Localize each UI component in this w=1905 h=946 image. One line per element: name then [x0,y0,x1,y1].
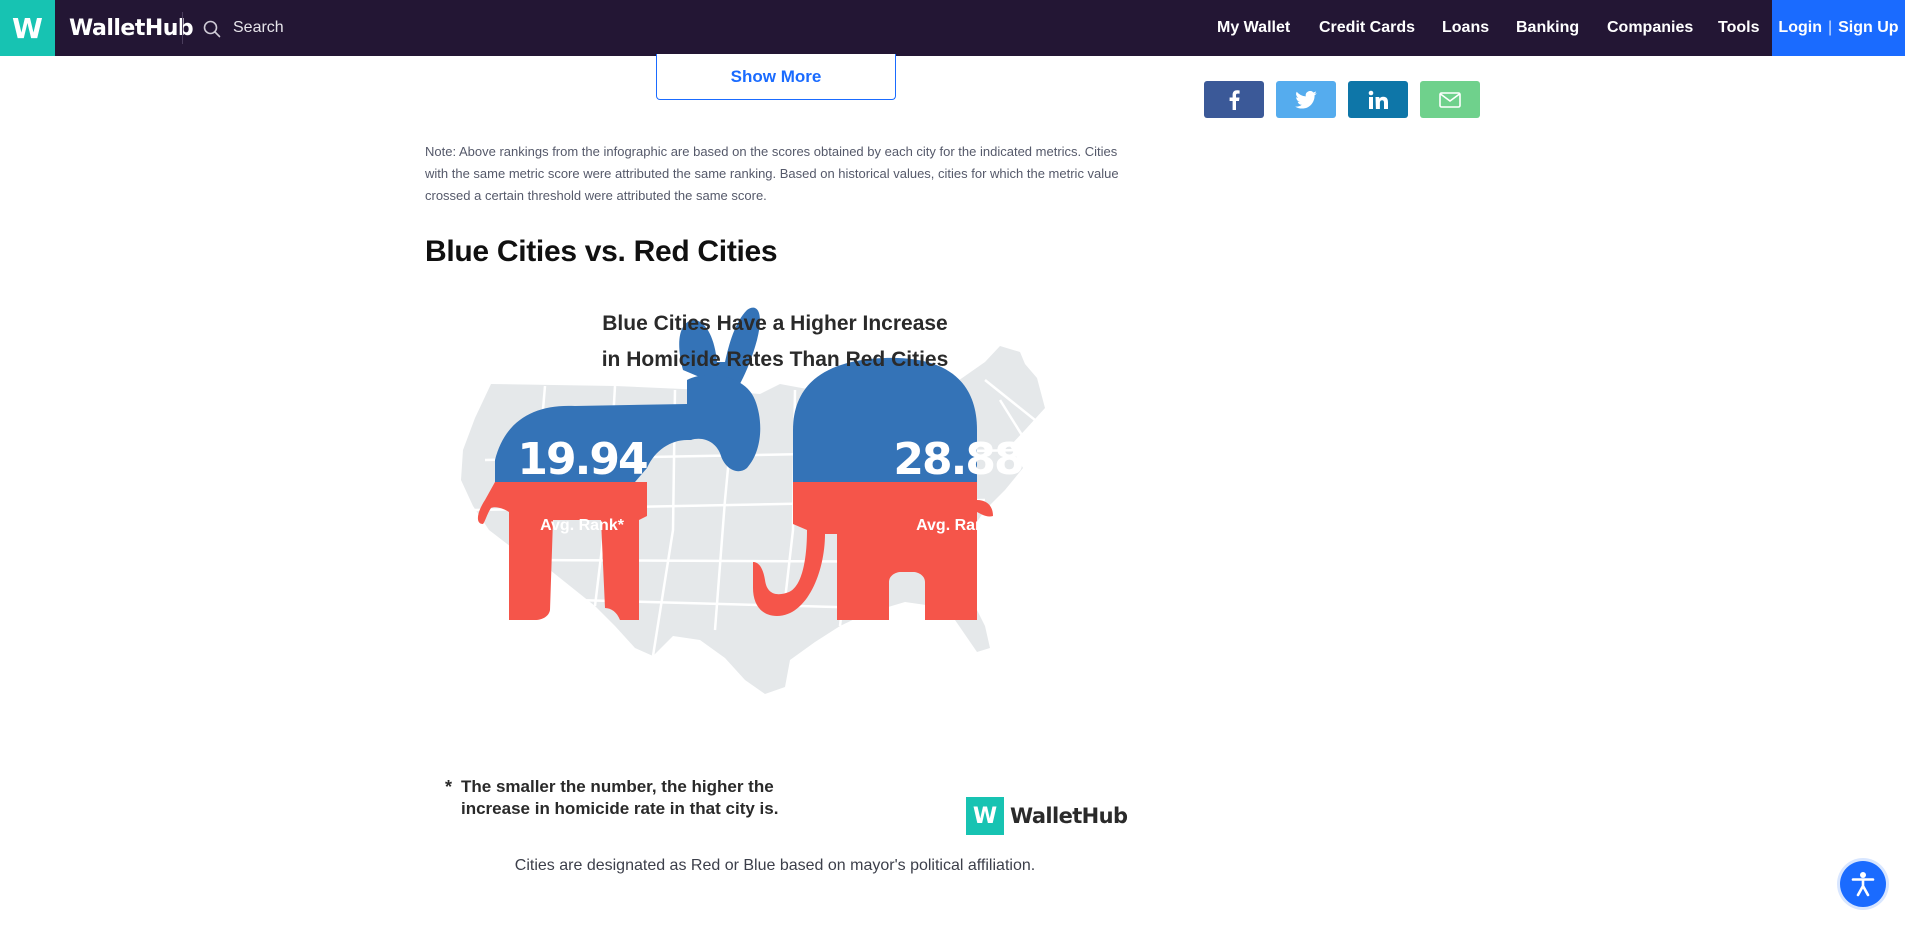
blue-vs-red-infographic: 19.94 Avg. Rank* 28.88 Avg. Rank* Blue C… [425,300,1128,840]
share-facebook-button[interactable] [1204,81,1264,118]
linkedin-icon [1368,90,1388,109]
nav-my-wallet[interactable]: My Wallet [1217,19,1290,37]
brand-name[interactable]: WalletHub [69,16,194,41]
email-icon [1439,91,1461,108]
nav-companies[interactable]: Companies [1607,19,1693,37]
facebook-icon [1229,89,1240,110]
nav-banking[interactable]: Banking [1516,19,1579,37]
blue-average-rank-label: Avg. Rank* [540,517,625,534]
show-more-button[interactable]: Show More [656,54,896,100]
accessibility-button[interactable] [1840,861,1886,907]
wallethub-logo-mark-icon: W [966,797,1004,835]
infographic-wallethub-logo: W WalletHub [966,797,1128,835]
wallethub-logo-icon[interactable]: W [0,0,55,56]
footnote-asterisk: * [445,777,453,797]
infographic-footnote: The smaller the number, the higher the i… [461,777,779,818]
blue-average-rank-value: 19.94 [517,434,647,485]
red-average-rank-label: Avg. Rank* [916,517,1001,534]
infographic-title-line2: in Homicide Rates Than Red Cities [601,348,949,371]
red-average-rank-value: 28.88 [893,434,1022,485]
nav-credit-cards[interactable]: Credit Cards [1319,19,1415,37]
top-navigation-bar: W WalletHub Search My Wallet Credit Card… [0,0,1905,56]
login-separator: | [1827,19,1833,36]
accessibility-icon [1851,872,1875,897]
login-signup-button[interactable]: Login | Sign Up [1772,0,1905,56]
signup-link[interactable]: Sign Up [1838,19,1898,37]
wallethub-logo-text: WalletHub [1010,804,1128,828]
twitter-icon [1295,90,1317,109]
share-email-button[interactable] [1420,81,1480,118]
share-twitter-button[interactable] [1276,81,1336,118]
nav-tools[interactable]: Tools [1718,19,1759,37]
infographic-caption: Cities are designated as Red or Blue bas… [514,857,1036,874]
nav-loans[interactable]: Loans [1442,19,1489,37]
rankings-note: Note: Above rankings from the infographi… [425,144,1119,203]
login-link[interactable]: Login [1778,19,1822,37]
header-divider [182,12,183,44]
search-icon[interactable] [203,20,221,38]
share-linkedin-button[interactable] [1348,81,1408,118]
search-input[interactable]: Search [233,19,284,37]
section-heading: Blue Cities vs. Red Cities [425,235,778,268]
infographic-title-line1: Blue Cities Have a Higher Increase [602,312,948,335]
